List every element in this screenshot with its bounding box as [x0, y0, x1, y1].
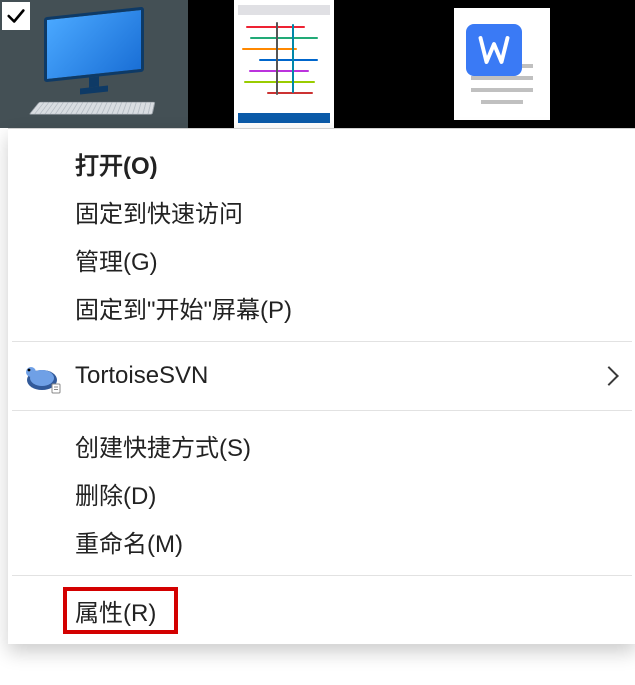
menu-item-properties[interactable]: 属性(R)	[8, 586, 635, 634]
menu-section-2: TortoiseSVN	[8, 342, 635, 410]
highlight-box: 属性(R)	[63, 587, 178, 634]
menu-item-rename[interactable]: 重命名(M)	[8, 517, 635, 565]
menu-item-manage[interactable]: 管理(G)	[8, 235, 635, 283]
thumbnail-document[interactable]	[408, 0, 596, 128]
menu-item-label: 管理(G)	[75, 242, 158, 277]
menu-item-pin-quick-access[interactable]: 固定到快速访问	[8, 187, 635, 235]
menu-section-3: 创建快捷方式(S) 删除(D) 重命名(M)	[8, 411, 635, 575]
menu-item-label: 删除(D)	[75, 476, 156, 511]
menu-item-create-shortcut[interactable]: 创建快捷方式(S)	[8, 421, 635, 469]
chevron-right-icon	[599, 366, 619, 386]
check-icon	[5, 5, 27, 27]
menu-section-4: 属性(R)	[8, 576, 635, 644]
menu-item-label: 创建快捷方式(S)	[75, 428, 251, 463]
menu-item-delete[interactable]: 删除(D)	[8, 469, 635, 517]
menu-item-label: 属性(R)	[75, 600, 156, 627]
document-icon	[454, 8, 550, 120]
map-image-icon	[238, 5, 330, 123]
menu-item-tortoisesvn[interactable]: TortoiseSVN	[8, 352, 635, 400]
menu-item-label: 重命名(M)	[75, 524, 183, 559]
menu-item-label: 固定到快速访问	[75, 194, 243, 229]
context-menu: 打开(O) 固定到快速访问 管理(G) 固定到"开始"屏幕(P)	[8, 128, 635, 644]
wps-word-icon	[466, 24, 522, 76]
menu-item-label: TortoiseSVN	[75, 362, 208, 390]
menu-item-label: 打开(O)	[75, 146, 158, 181]
thumbnail-image-file[interactable]	[234, 0, 334, 128]
menu-item-pin-start[interactable]: 固定到"开始"屏幕(P)	[8, 283, 635, 331]
tortoisesvn-icon	[22, 356, 62, 396]
thumbnail-this-pc[interactable]	[0, 0, 188, 128]
computer-icon	[34, 12, 154, 117]
selection-checkbox[interactable]	[2, 2, 30, 30]
menu-item-label: 固定到"开始"屏幕(P)	[75, 290, 292, 325]
menu-section-1: 打开(O) 固定到快速访问 管理(G) 固定到"开始"屏幕(P)	[8, 129, 635, 341]
thumbnail-strip	[0, 0, 635, 128]
menu-item-open[interactable]: 打开(O)	[8, 139, 635, 187]
